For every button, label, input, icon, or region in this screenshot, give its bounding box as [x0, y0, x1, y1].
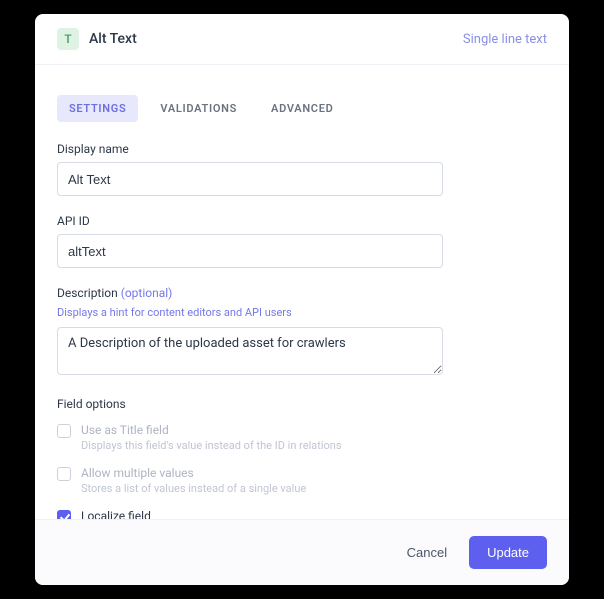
- tab-advanced[interactable]: ADVANCED: [259, 95, 345, 122]
- display-name-group: Display name: [57, 142, 547, 196]
- option-localize: Localize field Enables translations for …: [57, 509, 547, 519]
- field-options-heading: Field options: [57, 397, 547, 411]
- allow-multiple-checkbox[interactable]: [57, 467, 71, 481]
- allow-multiple-desc: Stores a list of values instead of a sin…: [81, 482, 306, 495]
- use-as-title-checkbox[interactable]: [57, 424, 71, 438]
- modal-body: Display name API ID Description (optiona…: [35, 142, 569, 519]
- tab-validations[interactable]: VALIDATIONS: [148, 95, 249, 122]
- use-as-title-desc: Displays this field's value instead of t…: [81, 439, 342, 452]
- option-allow-multiple: Allow multiple values Stores a list of v…: [57, 466, 547, 495]
- header-left: T Alt Text: [57, 28, 137, 50]
- description-label: Description (optional): [57, 286, 547, 300]
- description-textarea[interactable]: [57, 327, 443, 375]
- modal-footer: Cancel Update: [35, 519, 569, 585]
- api-id-label: API ID: [57, 214, 547, 228]
- type-badge-icon: T: [57, 28, 79, 50]
- description-group: Description (optional) Displays a hint f…: [57, 286, 547, 379]
- api-id-group: API ID: [57, 214, 547, 268]
- description-label-text: Description: [57, 286, 118, 300]
- field-editor-modal: T Alt Text Single line text SETTINGS VAL…: [35, 14, 569, 585]
- header-title: Alt Text: [89, 31, 137, 47]
- localize-title: Localize field: [81, 509, 241, 519]
- use-as-title-title: Use as Title field: [81, 423, 342, 437]
- localize-checkbox[interactable]: [57, 510, 71, 519]
- tab-settings[interactable]: SETTINGS: [57, 95, 138, 122]
- api-id-input[interactable]: [57, 234, 443, 268]
- display-name-label: Display name: [57, 142, 547, 156]
- allow-multiple-title: Allow multiple values: [81, 466, 306, 480]
- description-optional: (optional): [121, 286, 173, 300]
- update-button[interactable]: Update: [469, 536, 547, 569]
- tabs: SETTINGS VALIDATIONS ADVANCED: [35, 65, 569, 142]
- modal-header: T Alt Text Single line text: [35, 14, 569, 65]
- cancel-button[interactable]: Cancel: [401, 537, 453, 568]
- display-name-input[interactable]: [57, 162, 443, 196]
- description-hint: Displays a hint for content editors and …: [57, 306, 547, 319]
- field-type-label: Single line text: [463, 32, 547, 47]
- option-use-as-title: Use as Title field Displays this field's…: [57, 423, 547, 452]
